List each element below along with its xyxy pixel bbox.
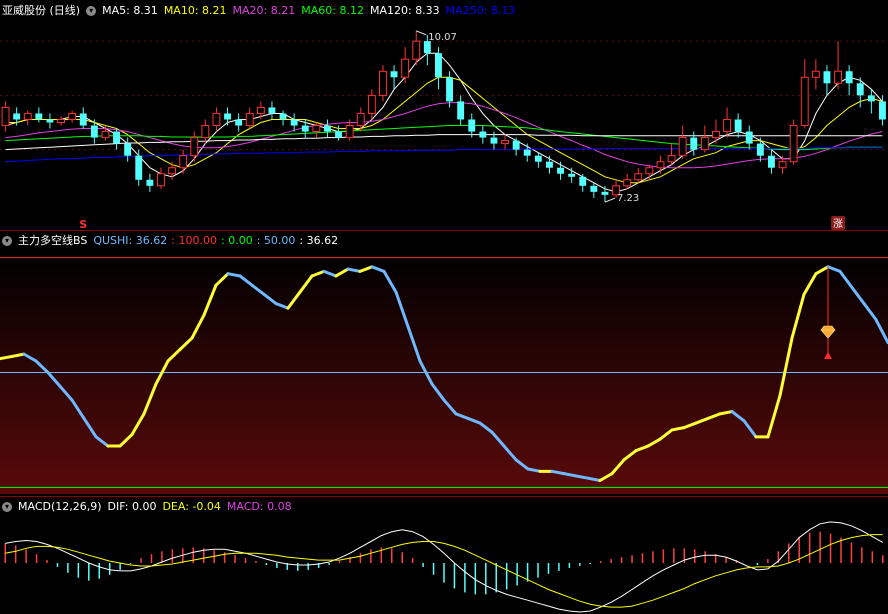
candle-body [13,113,21,120]
candle-body [345,125,354,139]
candle-body [756,143,764,156]
rise-marker: 涨 [831,216,846,230]
kline-panel [0,30,888,203]
candle-body [457,101,465,120]
candle-body [423,41,431,54]
candle-body [79,113,87,126]
candle-body [235,119,243,126]
candle-body [135,155,143,180]
candle-body [534,155,542,162]
candle-body [479,131,487,138]
candle-body [301,125,309,132]
candle-body [856,83,864,96]
candle-body [367,94,376,114]
chart-stage: 亚威股份 (日线) ▾ MA5: 8.31 MA10: 8.21 MA20: 8… [0,0,888,614]
candle-body [113,131,120,144]
macd-panel [4,521,884,613]
candle-body [834,70,842,84]
candle-body [700,137,709,151]
candle-body [523,149,531,156]
candle-body [667,155,676,163]
candle-body [690,137,698,150]
rise-marker-text: 涨 [833,218,843,230]
candle-body [623,179,632,187]
candle-body [645,167,654,175]
candle-body [678,137,687,157]
candle-body [601,191,609,195]
candle-body [723,118,731,133]
candle-body [501,140,509,145]
candle-body [90,125,98,138]
candle-body [468,119,476,132]
candle-body [712,131,720,139]
candle-body [546,161,553,168]
candle-body [57,118,65,124]
candle-body [401,58,410,78]
candle-body [379,70,387,96]
candle-body [23,112,32,120]
candle-body [201,125,210,139]
chart-canvas: 10.07 7.23 S 涨 [0,30,888,613]
candle-body [35,113,43,120]
candle-body [568,173,576,177]
candle-body [224,113,231,120]
candle-body [101,131,110,139]
candle-body [811,70,820,78]
candle-body [146,179,154,186]
candle-body [190,137,199,157]
low-price-pointer [604,197,616,203]
candle-body [245,112,254,127]
candle-body [867,95,875,102]
candle-body [557,167,564,174]
candle-body [157,173,165,187]
candle-body [778,161,787,169]
candle-body [335,131,342,138]
candle-body [435,53,442,78]
candle-body [356,112,365,127]
candle-body [1,106,10,127]
candle-body [590,185,598,192]
candle-body [124,143,132,156]
candle-body [512,140,520,150]
candle-body [879,101,886,120]
candle-body [789,125,798,163]
candle-body [446,77,453,102]
candle-body [412,40,421,60]
candle-body [490,137,498,144]
candle-body [268,107,276,114]
candle-body [823,71,831,84]
candle-body [745,131,753,144]
sell-marker: S [79,218,87,231]
candle-body [290,119,298,126]
high-price-pointer [416,30,427,36]
candle-body [68,112,77,120]
low-price-label: 7.23 [617,193,639,204]
candle-body [256,106,265,114]
candle-body [800,76,809,127]
candle-body [656,161,665,169]
candle-body [168,167,176,175]
candle-body [634,173,643,181]
candle-body [579,176,587,186]
candle-body [390,71,398,78]
candle-body [312,125,321,133]
candle-body [279,113,287,120]
candle-body [46,119,54,123]
candle-body [768,155,775,168]
candle-body [324,125,331,132]
candle-body [734,119,742,132]
high-price-label: 10.07 [428,32,457,43]
candle-body [845,71,853,84]
candle-body [212,112,221,127]
candle-body [179,155,188,169]
